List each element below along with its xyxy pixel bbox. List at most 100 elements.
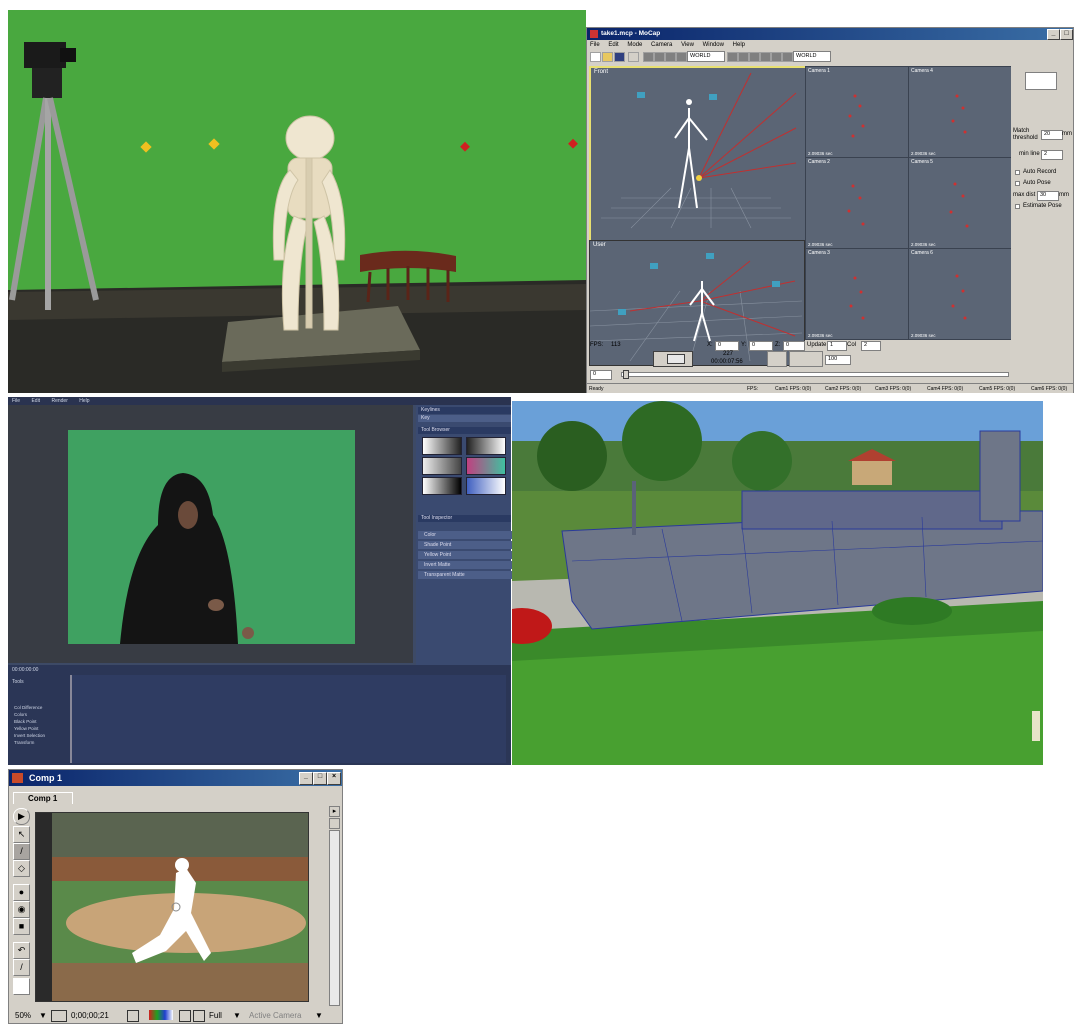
inspector-row-transparent-matte[interactable]: Transparent Matte: [418, 571, 514, 579]
play-button[interactable]: [767, 351, 787, 367]
coord-select-2[interactable]: WORLD: [793, 51, 831, 62]
timeline-row[interactable]: Invert Selection: [8, 733, 74, 739]
soft-brush-icon[interactable]: ◉: [13, 901, 30, 918]
tool-button-5[interactable]: [727, 52, 738, 62]
grid-icon[interactable]: [329, 818, 340, 829]
brush-icon[interactable]: /: [13, 843, 30, 860]
current-time[interactable]: 0;00;00;21: [71, 1009, 109, 1023]
z-input[interactable]: 0: [783, 341, 805, 351]
timeline-row[interactable]: Black Point: [8, 719, 74, 725]
tool-button-9[interactable]: [771, 52, 782, 62]
inspector-row-invert-matte[interactable]: Invert Matte: [418, 561, 514, 569]
auto-pose-checkbox[interactable]: [1015, 181, 1020, 186]
zoom-dropdown-icon[interactable]: ▼: [39, 1009, 47, 1023]
col-input[interactable]: 2: [861, 341, 881, 351]
camera-view-4[interactable]: Camera 4 2.09036 sec: [908, 66, 1012, 158]
tool-button-10[interactable]: [782, 52, 793, 62]
camera-view-2[interactable]: Camera 2 2.09036 sec: [805, 157, 909, 249]
close-button[interactable]: ×: [327, 772, 341, 785]
menu-help[interactable]: Help: [733, 42, 745, 48]
open-folder-icon[interactable]: [602, 52, 613, 62]
minimize-button[interactable]: _: [299, 772, 313, 785]
timeline-track-area[interactable]: [70, 675, 506, 763]
camera-view-6[interactable]: Camera 6 2.09036 sec: [908, 248, 1012, 340]
panel-tab-key[interactable]: Key: [418, 415, 511, 422]
timeline-row[interactable]: Yellow Point: [8, 726, 74, 732]
update-input[interactable]: 1: [827, 341, 847, 351]
inspector-row-color[interactable]: Color: [418, 531, 514, 539]
circle-brush-icon[interactable]: ●: [13, 884, 30, 901]
tool-button-2[interactable]: [654, 52, 665, 62]
camera-dropdown-icon[interactable]: ▼: [315, 1009, 323, 1023]
keyer-timeline[interactable]: 00:00:00:00 Tools Col Difference Colors …: [8, 665, 511, 765]
comp-tab[interactable]: Comp 1: [13, 792, 73, 804]
tool-button-6[interactable]: [738, 52, 749, 62]
camera-view-select[interactable]: Active Camera: [249, 1009, 301, 1023]
panel-menu-icon[interactable]: ▸: [329, 806, 340, 817]
tool-thumb-2[interactable]: [466, 437, 506, 455]
tool-thumb-4[interactable]: [466, 457, 506, 475]
timeline-row[interactable]: Transform: [8, 740, 74, 746]
front-viewport[interactable]: Front: [589, 66, 807, 242]
speed-input[interactable]: 100: [825, 355, 851, 365]
auto-record-checkbox[interactable]: [1015, 170, 1020, 175]
minimize-button[interactable]: _: [1047, 29, 1060, 40]
coord-select-1[interactable]: WORLD: [687, 51, 725, 62]
tool-button-4[interactable]: [676, 52, 687, 62]
panel-tab-keylines[interactable]: Keylines: [418, 407, 511, 414]
keyer-viewer[interactable]: [8, 405, 413, 663]
resolution-select[interactable]: Full: [209, 1009, 222, 1023]
forward-button[interactable]: [789, 351, 823, 367]
menu-window[interactable]: Window: [703, 42, 724, 48]
color-swatch-icon[interactable]: [13, 978, 30, 995]
channel-color-icon[interactable]: [149, 1010, 173, 1020]
comp-vertical-scrollbar[interactable]: [329, 830, 340, 1006]
tool-browser-header[interactable]: Tool Browser: [418, 427, 511, 434]
keyer-menu-edit[interactable]: Edit: [31, 398, 40, 404]
match-threshold-input[interactable]: 20: [1041, 130, 1063, 140]
tool-inspector-header[interactable]: Tool Inspector: [418, 515, 511, 522]
stop-icon[interactable]: [667, 354, 685, 364]
zoom-level[interactable]: 50%: [15, 1009, 31, 1023]
tool-thumb-5[interactable]: [422, 477, 462, 495]
new-file-icon[interactable]: [590, 52, 601, 62]
tool-thumb-6[interactable]: [466, 477, 506, 495]
tool-thumb-3[interactable]: [422, 457, 462, 475]
eyedropper-icon[interactable]: /: [13, 959, 30, 976]
keyer-menu-file[interactable]: File: [12, 398, 20, 404]
maximize-button[interactable]: □: [313, 772, 327, 785]
slider-thumb[interactable]: [623, 370, 629, 379]
camera-view-5[interactable]: Camera 5 2.09036 sec: [908, 157, 1012, 249]
menu-camera[interactable]: Camera: [651, 42, 672, 48]
selection-arrow-icon[interactable]: ↖: [13, 826, 30, 843]
camera-view-1[interactable]: Camera 1 2.09036 sec: [805, 66, 909, 158]
timeline-slider[interactable]: [621, 372, 1009, 377]
tool-button-7[interactable]: [749, 52, 760, 62]
safe-zones-icon[interactable]: [51, 1010, 67, 1022]
menu-edit[interactable]: Edit: [608, 42, 618, 48]
inspector-row-shade-point[interactable]: Shade Point: [418, 541, 514, 549]
play-icon[interactable]: ▶: [13, 808, 30, 825]
camera-view-3[interactable]: Camera 3 2.09036 sec: [805, 248, 909, 340]
max-dist-input[interactable]: 30: [1037, 191, 1059, 201]
square-brush-icon[interactable]: ■: [13, 918, 30, 935]
undo-icon[interactable]: ↶: [13, 942, 30, 959]
tool-button-3[interactable]: [665, 52, 676, 62]
region-icon[interactable]: [179, 1010, 191, 1022]
eraser-icon[interactable]: ◇: [13, 860, 30, 877]
start-frame-input[interactable]: 0: [590, 370, 612, 380]
x-input[interactable]: 0: [715, 341, 739, 351]
transparency-grid-icon[interactable]: [193, 1010, 205, 1022]
inspector-row-yellow-point[interactable]: Yellow Point: [418, 551, 514, 559]
resolution-dropdown-icon[interactable]: ▼: [233, 1009, 241, 1023]
menu-view[interactable]: View: [681, 42, 694, 48]
timeline-row[interactable]: Colors: [8, 712, 74, 718]
tool-button-8[interactable]: [760, 52, 771, 62]
timeline-row[interactable]: Col Difference: [8, 705, 74, 711]
menu-file[interactable]: File: [590, 42, 600, 48]
tool-button-1[interactable]: [643, 52, 654, 62]
keyer-menu-render[interactable]: Render: [51, 398, 67, 404]
comp-viewer[interactable]: [35, 812, 309, 1002]
maximize-button[interactable]: □: [1060, 29, 1073, 40]
save-icon[interactable]: [614, 52, 625, 62]
